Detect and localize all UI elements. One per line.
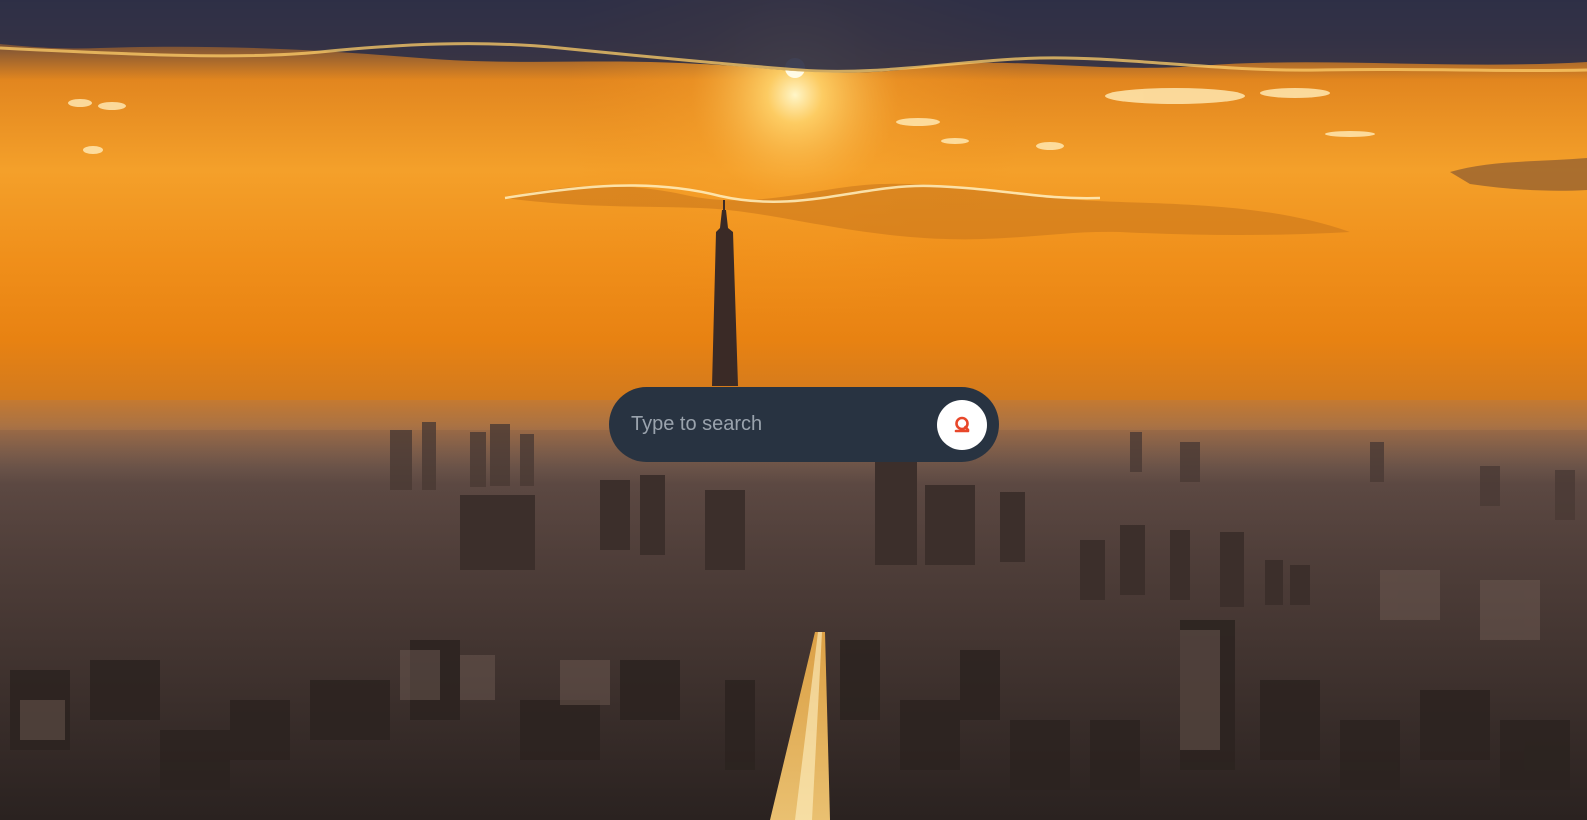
search-bar xyxy=(609,387,999,462)
search-input[interactable] xyxy=(629,403,937,446)
search-button[interactable] xyxy=(937,399,987,450)
page-background xyxy=(0,0,1587,820)
search-icon xyxy=(951,414,973,436)
